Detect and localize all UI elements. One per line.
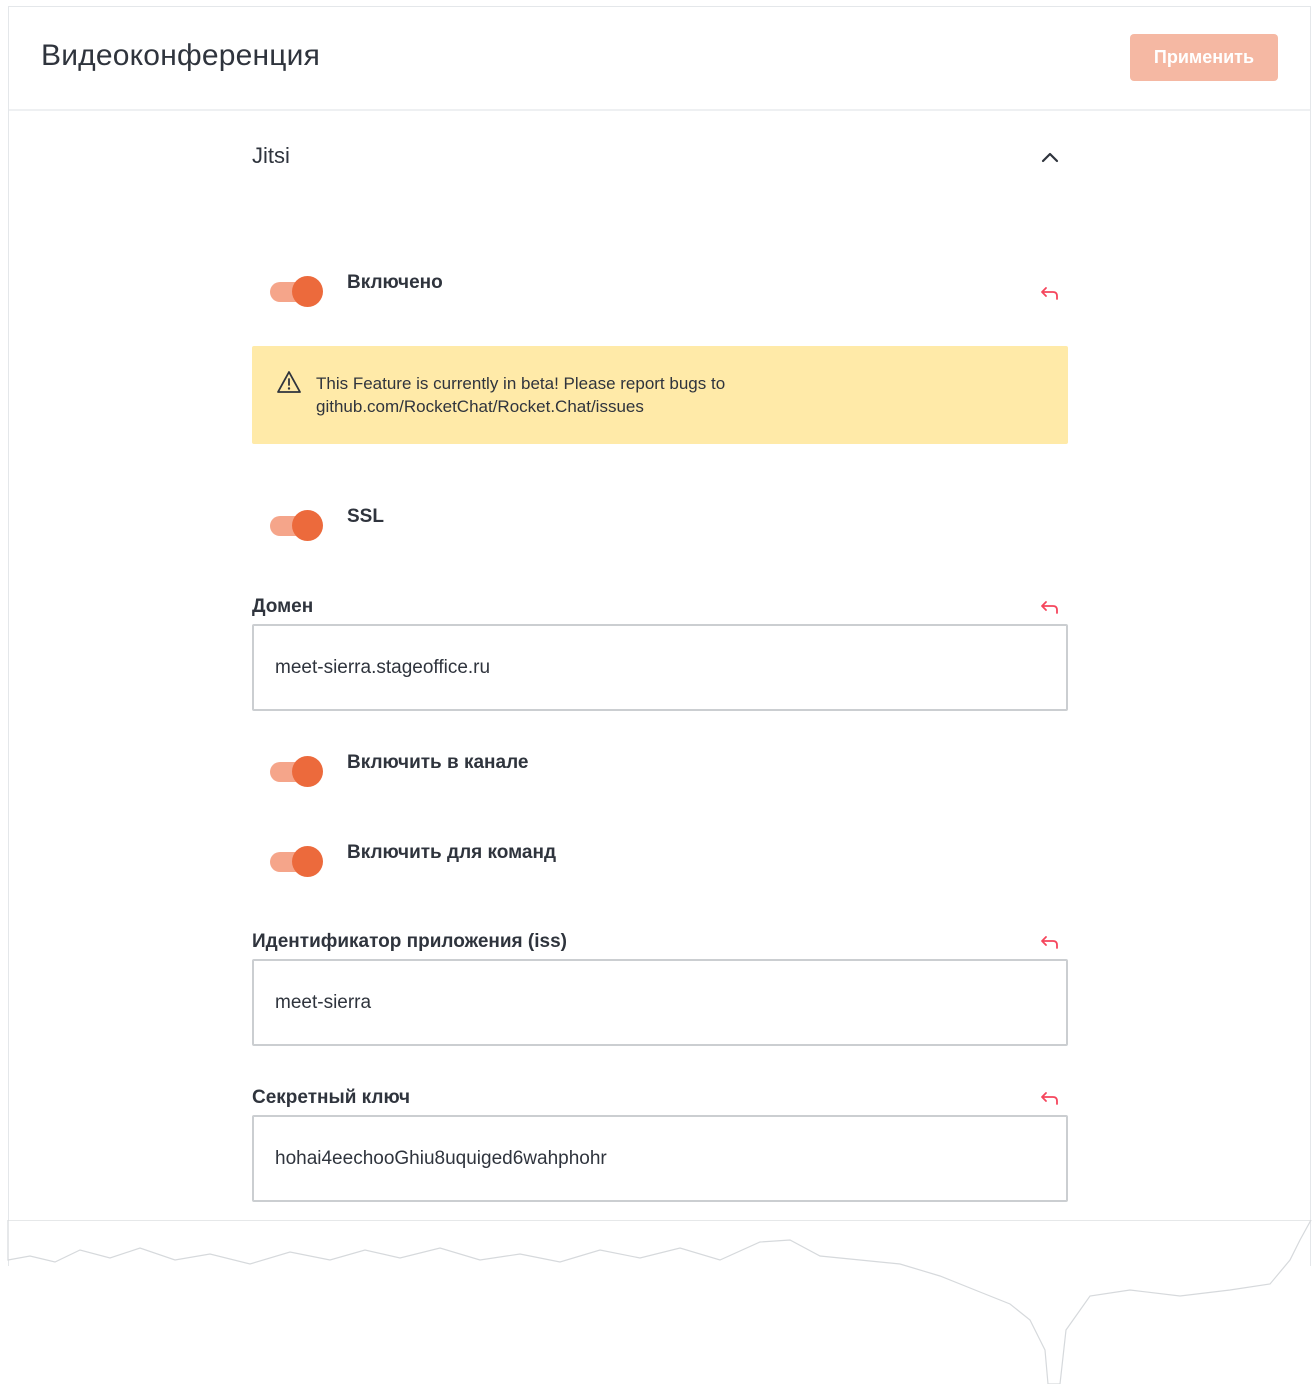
enable-for-teams-label: Включить для команд — [347, 842, 557, 863]
app-id-label: Идентификатор приложения (iss) — [252, 931, 567, 952]
torn-edge-decoration — [7, 1220, 1312, 1384]
domain-input[interactable] — [252, 624, 1068, 711]
undo-arrow-icon[interactable] — [1040, 934, 1060, 950]
settings-panel: Видеоконференция Применить Jitsi Включен… — [8, 6, 1311, 1266]
beta-warning-callout: This Feature is currently in beta! Pleas… — [252, 346, 1068, 444]
enable-in-channels-toggle[interactable] — [268, 755, 324, 789]
undo-arrow-icon[interactable] — [1040, 1090, 1060, 1106]
domain-label: Домен — [252, 596, 314, 617]
enabled-toggle[interactable] — [268, 275, 324, 309]
secret-key-label: Секретный ключ — [252, 1087, 411, 1108]
warning-text: This Feature is currently in beta! Pleas… — [316, 372, 836, 418]
ssl-toggle[interactable] — [268, 509, 324, 543]
toggle-knob — [292, 510, 323, 541]
ssl-label: SSL — [347, 506, 384, 527]
warning-text-line2: github.com/RocketChat/Rocket.Chat/issues — [316, 397, 644, 416]
apply-button[interactable]: Применить — [1130, 34, 1278, 81]
chevron-up-icon[interactable] — [1040, 149, 1060, 165]
enable-in-channels-label: Включить в канале — [347, 752, 529, 773]
warning-triangle-icon — [277, 371, 301, 393]
secret-key-input[interactable] — [252, 1115, 1068, 1202]
page-title: Видеоконференция — [41, 39, 321, 72]
page-header: Видеоконференция Применить — [9, 7, 1310, 111]
undo-arrow-icon[interactable] — [1040, 599, 1060, 615]
section-title-jitsi: Jitsi — [252, 143, 290, 168]
toggle-knob — [292, 756, 323, 787]
toggle-knob — [292, 846, 323, 877]
app-id-input[interactable] — [252, 959, 1068, 1046]
enable-for-teams-toggle[interactable] — [268, 845, 324, 879]
undo-arrow-icon[interactable] — [1040, 285, 1060, 301]
warning-text-line1: This Feature is currently in beta! Pleas… — [316, 374, 726, 393]
enabled-label: Включено — [347, 272, 443, 293]
toggle-knob — [292, 276, 323, 307]
